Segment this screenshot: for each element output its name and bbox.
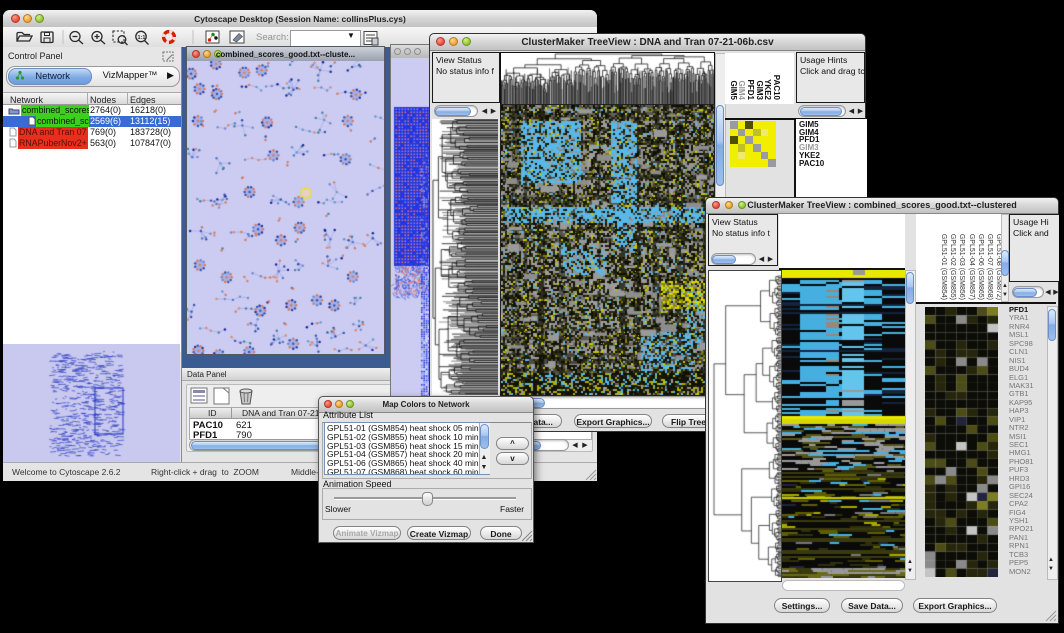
svg-text:1:1: 1:1 (138, 35, 146, 41)
svg-text:Search:: Search: (256, 32, 289, 43)
